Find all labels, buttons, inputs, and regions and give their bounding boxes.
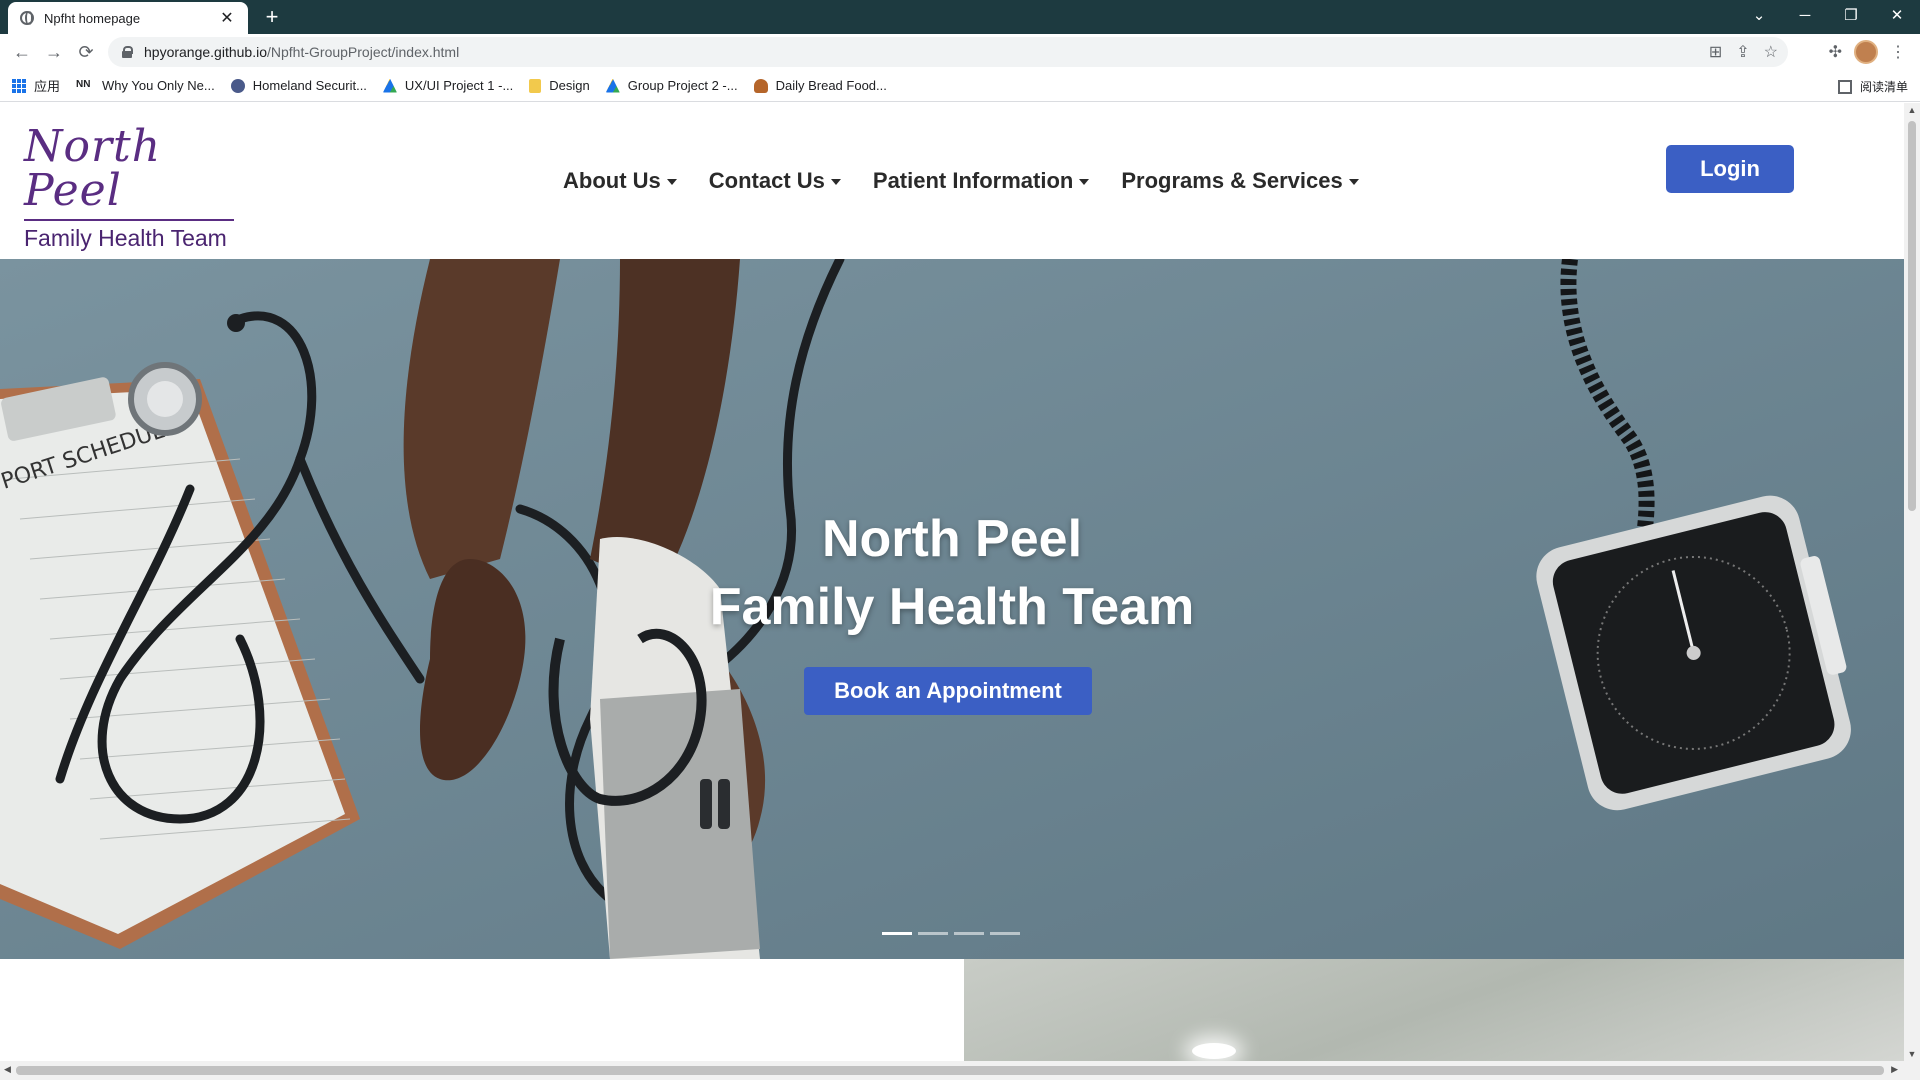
- bookmarks-bar: 应用 NN Why You Only Ne... Homeland Securi…: [0, 70, 1920, 102]
- url-host: hpyorange.github.io: [144, 44, 267, 60]
- ceiling-light: [1192, 1043, 1236, 1059]
- site-header: North Peel Family Health Team About Us C…: [0, 103, 1904, 259]
- bookmark-item[interactable]: NN Why You Only Ne...: [76, 78, 215, 93]
- carousel-indicator[interactable]: [990, 932, 1020, 935]
- scroll-right-icon[interactable]: ▶: [1891, 1064, 1898, 1075]
- bookmark-label: Design: [549, 78, 590, 93]
- reading-list-icon: [1837, 79, 1852, 94]
- reading-list-button[interactable]: 阅读清单: [1837, 78, 1908, 95]
- bookmark-item[interactable]: Group Project 2 -...: [605, 78, 738, 93]
- caret-down-icon: [1348, 179, 1359, 185]
- menu-kebab-icon[interactable]: ⋮: [1890, 42, 1906, 62]
- bookmark-label: Why You Only Ne...: [102, 78, 215, 93]
- horizontal-scroll-thumb[interactable]: [16, 1066, 1884, 1075]
- tab-close-icon[interactable]: ✕: [218, 8, 236, 28]
- logo-script-text: North Peel: [24, 121, 162, 216]
- reading-list-label: 阅读清单: [1859, 80, 1908, 94]
- drive-icon: [382, 78, 397, 93]
- nav-label: Programs & Services: [1121, 168, 1343, 193]
- drive-icon: [605, 78, 620, 93]
- browser-tab-strip: Npfht homepage ✕ + ⌄ ─ ❐ ✕: [0, 0, 1920, 34]
- bookmark-item[interactable]: Design: [529, 78, 590, 93]
- scroll-up-icon[interactable]: ▲: [1904, 105, 1920, 115]
- bookmark-label: Homeland Securit...: [252, 78, 367, 93]
- bookmark-item[interactable]: UX/UI Project 1 -...: [382, 78, 514, 93]
- forward-button[interactable]: →: [38, 36, 70, 68]
- horizontal-scrollbar[interactable]: ◀ ▶: [0, 1061, 1920, 1080]
- caret-down-icon: [830, 179, 841, 185]
- minimize-button[interactable]: ─: [1782, 0, 1828, 30]
- scroll-down-icon[interactable]: ▼: [1904, 1049, 1920, 1059]
- apps-grid-icon: [12, 78, 26, 93]
- restore-button[interactable]: ❐: [1828, 0, 1874, 30]
- carousel-indicator[interactable]: [918, 932, 948, 935]
- bookmark-label: UX/UI Project 1 -...: [404, 78, 514, 93]
- bookmark-item[interactable]: Daily Bread Food...: [753, 78, 887, 93]
- scroll-left-icon[interactable]: ◀: [4, 1064, 11, 1075]
- bread-icon: [753, 78, 768, 93]
- login-button[interactable]: Login: [1666, 145, 1794, 193]
- bookmark-item[interactable]: Homeland Securit...: [230, 78, 367, 93]
- logo-divider: [24, 219, 234, 221]
- carousel-indicator[interactable]: [954, 932, 984, 935]
- address-bar[interactable]: hpyorange.github.io/Npfht-GroupProject/i…: [108, 37, 1788, 67]
- hero-title-line-2: Family Health Team: [709, 578, 1195, 636]
- nav-programs-services[interactable]: Programs & Services: [1121, 168, 1359, 194]
- url-path: /Npfht-GroupProject/index.html: [267, 44, 460, 60]
- window-close-button[interactable]: ✕: [1874, 0, 1920, 30]
- carousel-indicator[interactable]: [882, 932, 912, 935]
- seal-icon: [230, 78, 245, 93]
- share-icon[interactable]: ⇪: [1736, 42, 1749, 62]
- hero-carousel: PORT SCHEDULE North Peel Family Health T…: [0, 259, 1904, 959]
- tab-title: Npfht homepage: [44, 10, 141, 26]
- nn-icon: NN: [76, 78, 91, 90]
- logo-subtitle: Family Health Team: [24, 225, 227, 251]
- bookmark-star-icon[interactable]: ☆: [1764, 42, 1778, 62]
- caret-down-icon: [666, 179, 677, 185]
- section-image-ceiling: [964, 959, 1904, 1061]
- page-viewport: North Peel Family Health Team About Us C…: [0, 103, 1904, 1061]
- bookmark-label: Daily Bread Food...: [775, 78, 887, 93]
- bookmark-label: 应用: [34, 79, 61, 94]
- site-logo[interactable]: North Peel Family Health Team: [24, 125, 238, 252]
- nav-label: Patient Information: [872, 168, 1074, 193]
- hero-title: North Peel Family Health Team: [0, 505, 1904, 641]
- nav-patient-information[interactable]: Patient Information: [872, 168, 1090, 194]
- nav-about-us[interactable]: About Us: [563, 168, 677, 194]
- folder-icon: [529, 78, 542, 93]
- globe-icon: [20, 11, 34, 25]
- main-nav: About Us Contact Us Patient Information …: [563, 103, 1359, 259]
- bookmark-label: Group Project 2 -...: [627, 78, 738, 93]
- browser-tab[interactable]: Npfht homepage ✕: [8, 2, 248, 34]
- new-tab-button[interactable]: +: [258, 4, 286, 32]
- nav-label: About Us: [563, 168, 661, 193]
- profile-avatar[interactable]: [1854, 40, 1878, 64]
- translate-icon[interactable]: ⊞: [1709, 42, 1722, 62]
- hero-title-line-1: North Peel: [821, 510, 1083, 568]
- lock-icon[interactable]: [122, 46, 133, 58]
- browser-toolbar: ← → ⟳ hpyorange.github.io/Npfht-GroupPro…: [0, 34, 1920, 70]
- caret-down-icon: [1079, 179, 1090, 185]
- nav-contact-us[interactable]: Contact Us: [709, 168, 841, 194]
- vertical-scroll-thumb[interactable]: [1908, 121, 1916, 511]
- back-button[interactable]: ←: [6, 36, 38, 68]
- carousel-indicators: [882, 932, 1020, 935]
- nav-label: Contact Us: [708, 168, 825, 193]
- book-appointment-button[interactable]: Book an Appointment: [804, 667, 1092, 715]
- tab-search-button[interactable]: ⌄: [1736, 0, 1782, 30]
- extensions-icon[interactable]: ✣: [1829, 42, 1842, 62]
- bookmark-apps[interactable]: 应用: [12, 76, 60, 95]
- reload-button[interactable]: ⟳: [70, 36, 102, 68]
- vertical-scrollbar[interactable]: ▲ ▼: [1904, 103, 1920, 1061]
